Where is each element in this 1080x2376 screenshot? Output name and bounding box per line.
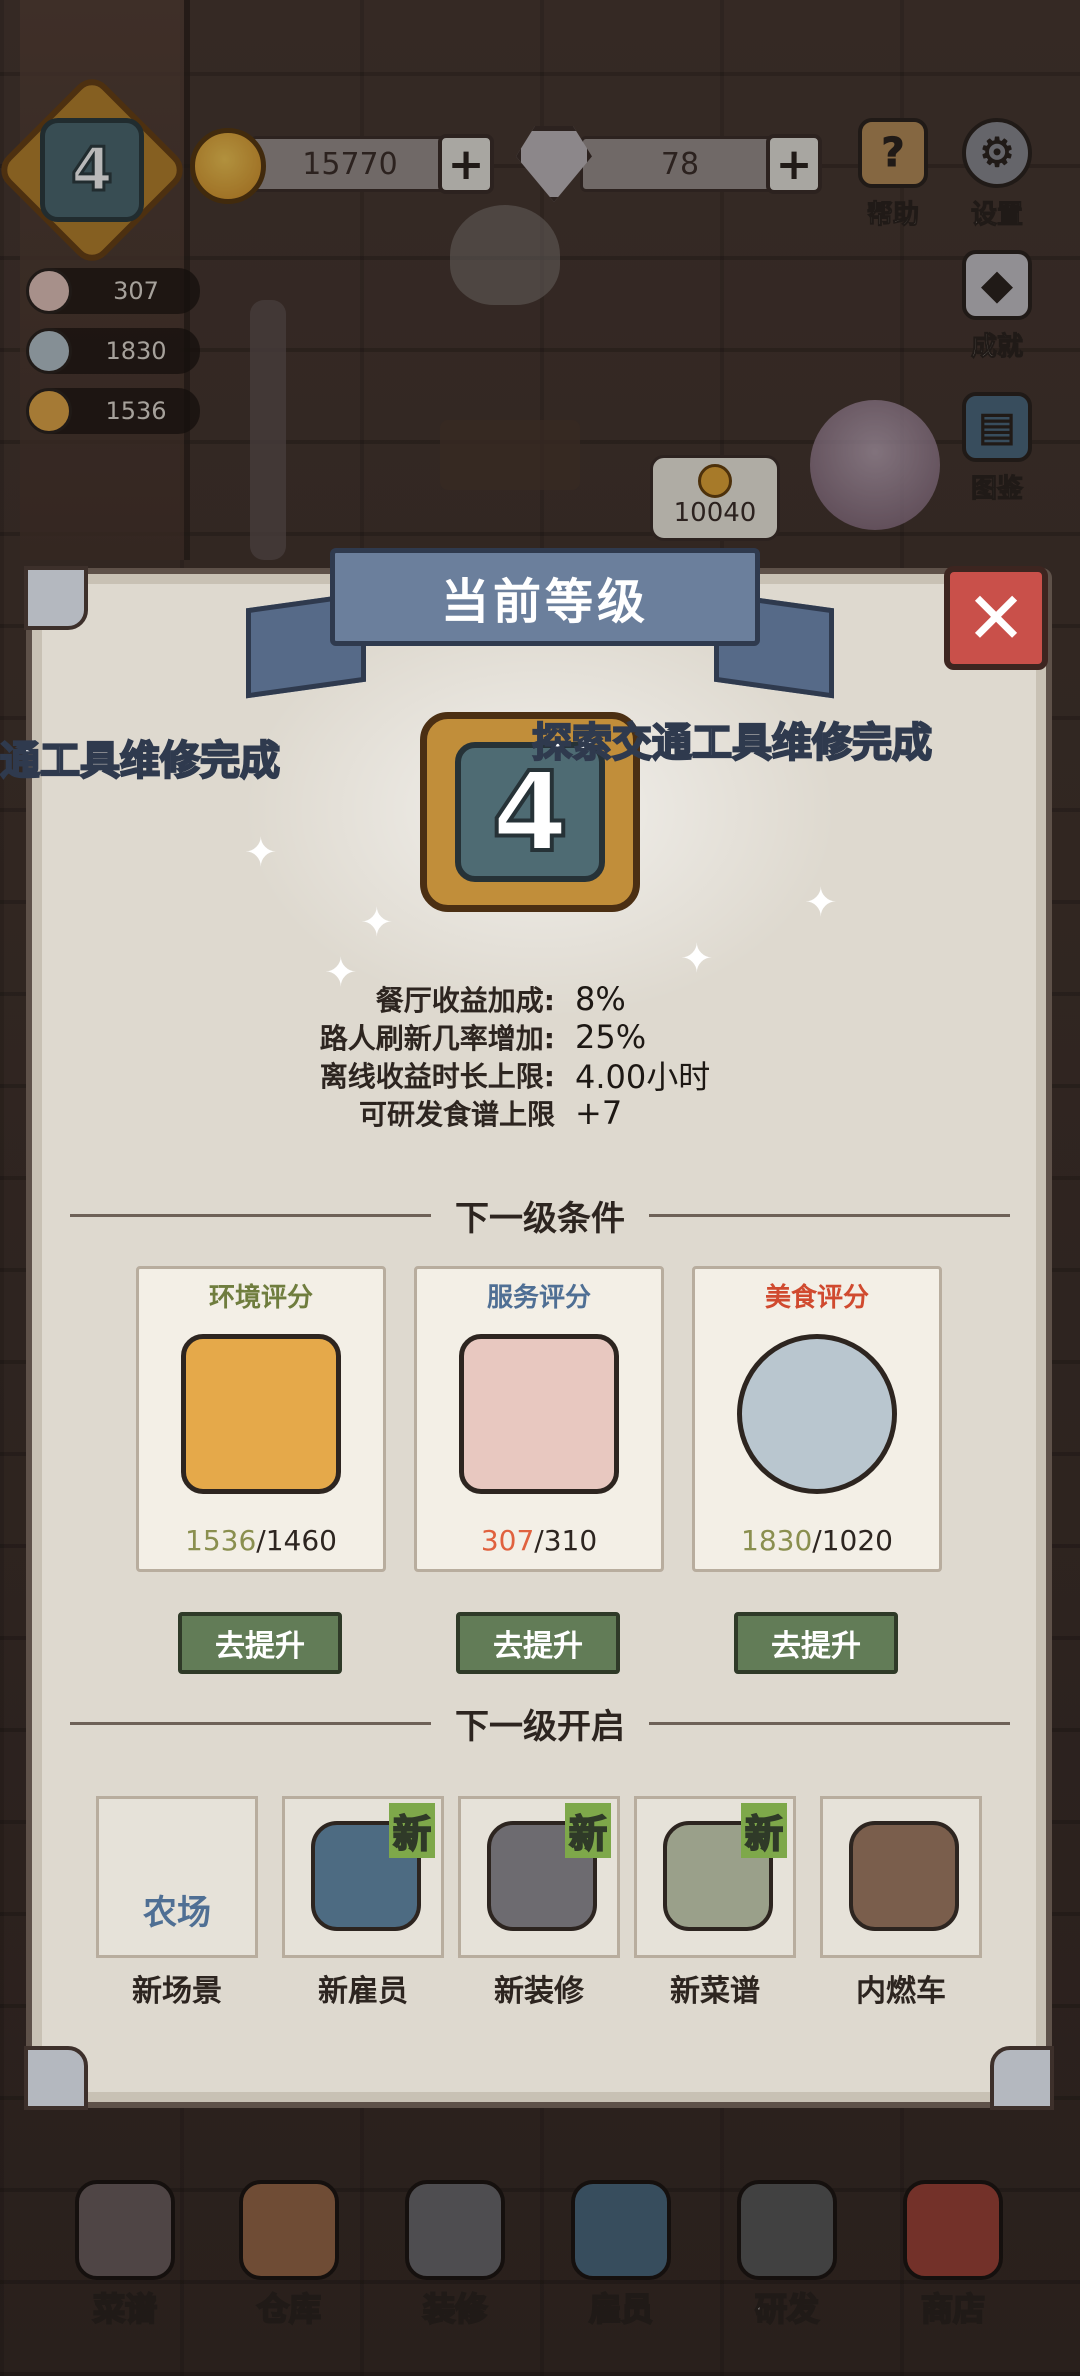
bonus-label: 离线收益时长上限: [319,1060,555,1093]
card-progress: 1536/1460 [139,1524,383,1557]
divider [70,1213,431,1217]
bonus-row: 可研发食谱上限 +7 [180,1094,880,1132]
card-title: 美食评分 [764,1283,869,1313]
unlock-new-staff[interactable]: 新 [282,1796,444,1958]
bonus-label: 路人刷新几率增加: [319,1022,555,1055]
bonus-value: 25% [575,1018,647,1056]
divider [70,1721,431,1725]
unlock-label: 新场景 [132,1974,222,2009]
new-badge: 新 [564,1803,611,1858]
panel-corner-top-left [24,566,88,630]
bonus-row: 离线收益时长上限: 4.00小时 [180,1056,880,1096]
panel-corner-bottom-left [24,2046,88,2110]
next-conditions-title: 下一级条件 [455,1198,625,1239]
progress-required: /310 [534,1524,598,1557]
bonus-label: 餐厅收益加成: [375,984,555,1017]
bonus-value: 4.00小时 [575,1058,711,1096]
progress-current: 1536 [185,1524,257,1557]
new-badge: 新 [388,1803,435,1858]
toast-notice-left: 通工具维修完成 [0,737,281,785]
farm-label: 农场 [143,1893,211,1933]
sparkle-icon: ✦ [360,900,394,946]
modal-title-ribbon: 当前等级 [330,548,760,646]
toast-notice-right: 探索交通工具维修完成 [531,719,933,767]
card-progress: 1830/1020 [695,1524,939,1557]
panel-corner-bottom-right [990,2046,1054,2110]
progress-required: /1460 [256,1524,337,1557]
progress-current: 307 [480,1524,535,1557]
engine-cart-icon [849,1821,959,1931]
bonus-value: 8% [575,980,626,1018]
card-title: 环境评分 [208,1283,313,1313]
new-badge: 新 [740,1803,787,1858]
broom-icon [181,1334,341,1494]
next-conditions-header: 下一级条件 [70,1190,1010,1240]
modal-title: 当前等级 [440,574,649,630]
improve-environment-button[interactable]: 去提升 [178,1612,342,1674]
improve-service-button[interactable]: 去提升 [456,1612,620,1674]
unlock-label: 新雇员 [318,1974,408,2009]
sparkle-icon: ✦ [244,830,278,876]
unlock-label: 新菜谱 [670,1974,760,2009]
environment-score-card: 环境评分 1536/1460 [136,1266,386,1572]
unlock-combustion-car[interactable] [820,1796,982,1958]
food-score-card: 美食评分 1830/1020 [692,1266,942,1572]
close-button[interactable]: ✕ [944,566,1048,670]
service-score-card: 服务评分 307/310 [414,1266,664,1572]
next-unlock-title: 下一级开启 [455,1706,625,1747]
divider [649,1213,1010,1217]
plate-cutlery-icon [737,1334,897,1494]
bonus-label: 可研发食谱上限 [358,1098,555,1131]
unlock-new-recipe[interactable]: 新 [634,1796,796,1958]
sparkle-icon: ✦ [804,880,838,926]
card-progress: 307/310 [417,1524,661,1557]
bonus-row: 路人刷新几率增加: 25% [180,1018,880,1056]
improve-food-button[interactable]: 去提升 [734,1612,898,1674]
close-icon: ✕ [965,576,1027,660]
bonus-row: 餐厅收益加成: 8% [180,980,880,1018]
unlock-label: 内燃车 [856,1974,946,2009]
progress-current: 1830 [741,1524,813,1557]
notepad-pencil-icon [459,1334,619,1494]
unlock-label: 新装修 [494,1974,584,2009]
sparkle-icon: ✦ [680,936,714,982]
card-title: 服务评分 [486,1283,591,1313]
progress-required: /1020 [812,1524,893,1557]
next-unlock-header: 下一级开启 [70,1698,1010,1748]
unlock-new-decoration[interactable]: 新 [458,1796,620,1958]
unlock-new-scene[interactable]: 农场 [96,1796,258,1958]
divider [649,1721,1010,1725]
level-bonus-list: 餐厅收益加成: 8% 路人刷新几率增加: 25% 离线收益时长上限: 4.00小… [180,980,880,1132]
bonus-value: +7 [575,1094,623,1132]
